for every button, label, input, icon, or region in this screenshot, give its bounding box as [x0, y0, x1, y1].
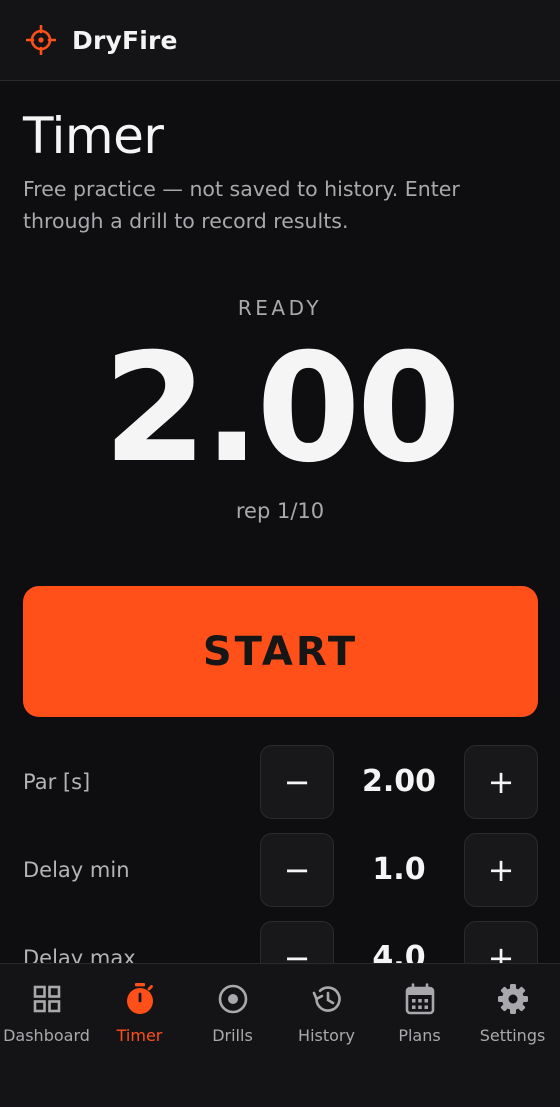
delay-min-decrement-button[interactable]: −	[260, 833, 334, 907]
page-title: Timer	[23, 107, 164, 165]
par-increment-button[interactable]: +	[464, 745, 538, 819]
gear-icon	[496, 982, 530, 1016]
delay-max-value: 4.0	[372, 940, 426, 963]
dashboard-grid-icon	[30, 982, 64, 1016]
nav-item-history[interactable]: History	[280, 964, 373, 1054]
calendar-icon	[403, 982, 437, 1016]
target-icon	[216, 982, 250, 1016]
nav-item-plans[interactable]: Plans	[373, 964, 466, 1054]
delay-max-increment-button[interactable]: +	[464, 921, 538, 963]
nav-label: Settings	[479, 1026, 546, 1045]
setting-label: Par [s]	[23, 770, 91, 794]
delay-min-value: 1.0	[372, 852, 426, 887]
nav-label: Plans	[398, 1026, 441, 1045]
par-value: 2.00	[361, 764, 437, 799]
nav-label: Drills	[212, 1026, 253, 1045]
delay-max-decrement-button[interactable]: −	[260, 921, 334, 963]
bottom-nav: Dashboard Timer Drills History Plans Set…	[0, 963, 560, 1107]
delay-min-increment-button[interactable]: +	[464, 833, 538, 907]
setting-row-par: Par [s] − 2.00 +	[23, 745, 538, 819]
setting-label: Delay max	[23, 946, 136, 963]
setting-label: Delay min	[23, 858, 130, 882]
timer-display: 2.00	[102, 322, 461, 496]
nav-item-timer[interactable]: Timer	[93, 964, 186, 1054]
stopwatch-icon	[123, 982, 157, 1016]
setting-row-delay-max: Delay max − 4.0 +	[23, 921, 538, 963]
nav-label: Dashboard	[3, 1026, 90, 1045]
timer-state-label: READY	[237, 296, 323, 320]
app-bar: DryFire	[0, 0, 560, 81]
start-button[interactable]: START	[23, 586, 538, 717]
timer-screen: Timer Free practice — not saved to histo…	[0, 81, 560, 963]
setting-row-delay-min: Delay min − 1.0 +	[23, 833, 538, 907]
nav-item-drills[interactable]: Drills	[186, 964, 279, 1054]
app-title: DryFire	[72, 25, 178, 55]
nav-item-dashboard[interactable]: Dashboard	[0, 964, 93, 1054]
page-subtitle: Free practice — not saved to history. En…	[23, 177, 460, 233]
nav-label: Timer	[116, 1026, 163, 1045]
nav-label: History	[298, 1026, 355, 1045]
par-decrement-button[interactable]: −	[260, 745, 334, 819]
rep-counter: rep 1/10	[235, 499, 325, 523]
nav-item-settings[interactable]: Settings	[466, 964, 559, 1054]
history-icon	[310, 982, 344, 1016]
crosshair-icon	[24, 23, 58, 57]
